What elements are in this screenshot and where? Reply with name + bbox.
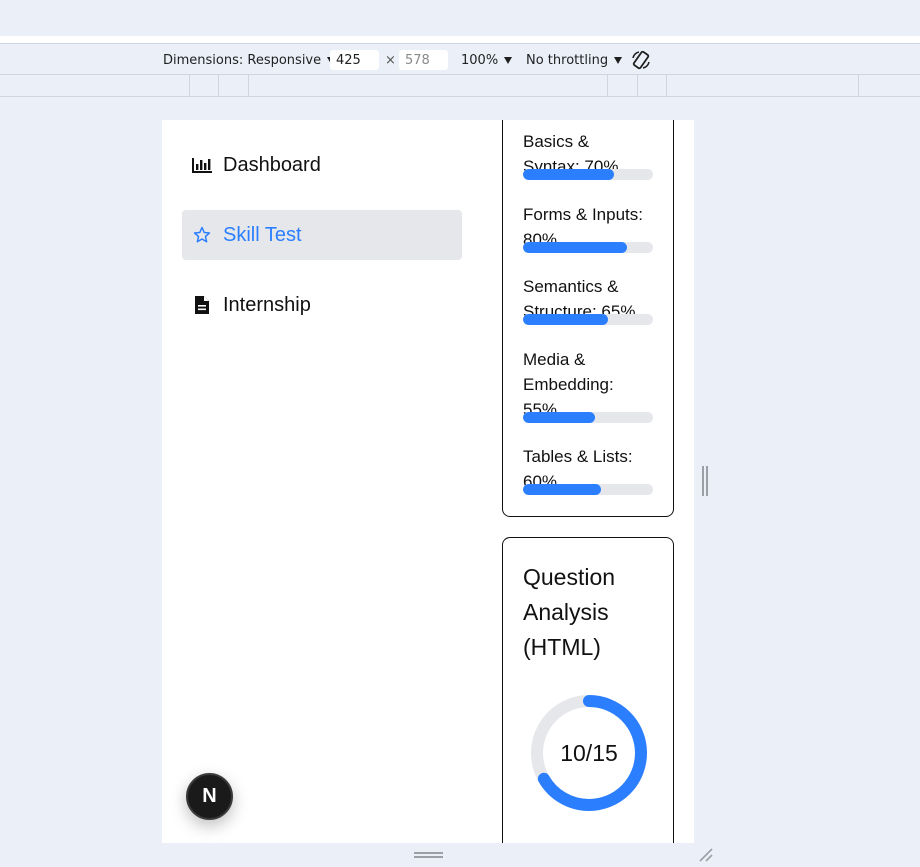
sidebar-item-label: Dashboard [223,153,321,176]
sidebar-item-label: Internship [223,293,311,316]
devtools-divider [0,36,920,43]
throttling-label: No throttling [526,52,609,68]
sidebar-item-label: Skill Test [223,223,302,246]
skill-progress-bar [523,169,653,180]
skill-progress-fill [523,169,614,180]
sidebar-item-skill-test[interactable]: Skill Test [182,210,462,260]
height-input[interactable]: 578 [399,50,448,70]
question-analysis-title: Question Analysis (HTML) [523,564,616,660]
resize-handle-right[interactable] [702,466,708,496]
device-toolbar: Dimensions: Responsive 425 × 578 100% No… [0,43,920,75]
skill-label: Media & Embedding: 55% [523,350,614,419]
skill-progress-bar [523,314,653,325]
dimensions-label: Dimensions: Responsive [163,52,322,68]
width-input[interactable]: 425 [330,50,379,70]
throttling-dropdown[interactable]: No throttling [526,44,623,76]
rotate-icon [632,50,650,70]
skill-progress-bar [523,412,653,423]
sidebar-item-dashboard[interactable]: Dashboard [182,140,462,190]
star-icon [191,224,213,246]
height-input-wrap[interactable]: 578 [399,44,448,76]
page-viewport: Dashboard Skill Test Internship Basics &… [162,120,716,865]
browser-top-strip [0,0,920,36]
resize-handle-bottom[interactable] [414,852,443,858]
skill-progress-bar [523,484,653,495]
chevron-down-icon [504,56,513,64]
zoom-dropdown[interactable]: 100% [461,44,513,76]
resize-corner-icon[interactable] [697,846,713,862]
chevron-down-icon [614,56,623,64]
skill-progress-bar [523,242,653,253]
skill-progress-fill [523,484,601,495]
dimensions-dropdown[interactable]: Dimensions: Responsive [163,44,336,76]
rotate-button[interactable] [630,44,652,76]
question-analysis-card: Question Analysis (HTML) 10/15 [502,537,674,865]
media-query-ruler [0,75,920,97]
skill-progress-fill [523,242,627,253]
width-input-wrap[interactable]: 425 [330,44,379,76]
sidebar-item-internship[interactable]: Internship [182,280,462,330]
nextjs-dev-badge[interactable]: N [186,773,233,820]
skill-progress-fill [523,412,595,423]
skill-progress-fill [523,314,608,325]
bar-chart-icon [191,154,213,176]
times-sign: × [385,52,396,68]
score-label: 10/15 [560,739,618,766]
zoom-label: 100% [461,52,499,68]
document-icon [191,294,213,316]
skills-card: Basics & Syntax: 70% Forms & Inputs: 80% S… [502,120,674,517]
